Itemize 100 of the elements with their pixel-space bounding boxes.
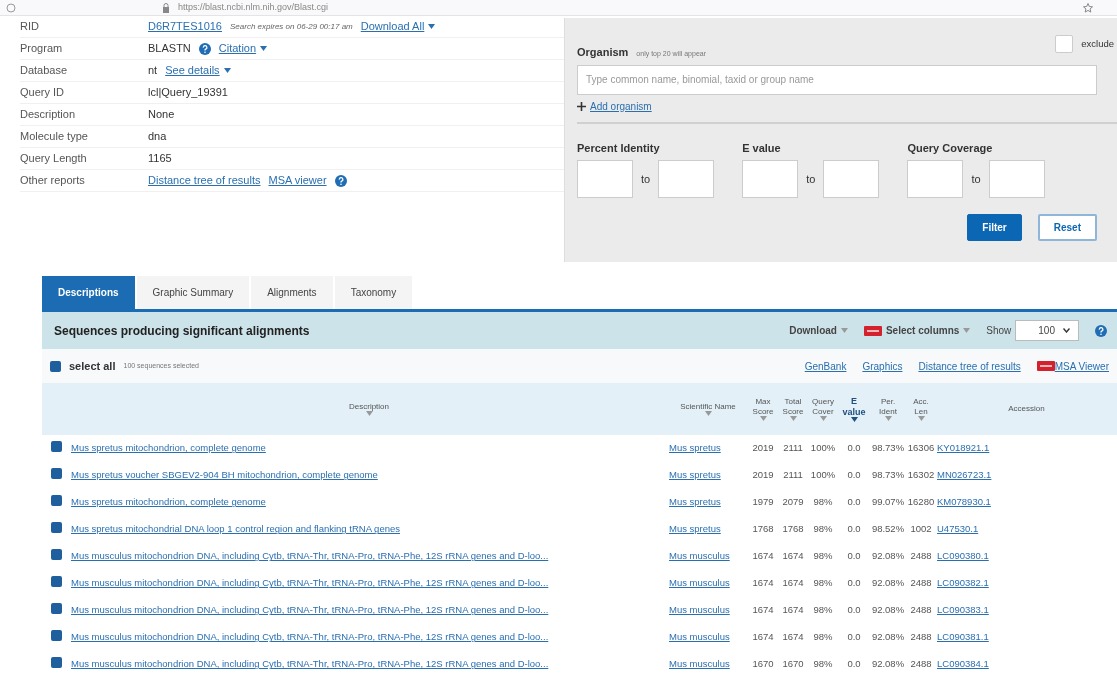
result-link[interactable]: Mus musculus mitochondrion DNA, including Cytb, tRNA-Thr, tRNA-Pro, tRNA-Phe, 12S rRNA genes and D-loo... [71, 604, 549, 616]
result-link[interactable]: Mus musculus mitochondrion DNA, including Cytb, tRNA-Thr, tRNA-Pro, tRNA-Phe, 12S rRNA genes and D-loo... [71, 631, 549, 643]
result-link[interactable]: Mus spretus [669, 523, 721, 535]
organism-field[interactable]: Type common name, binomial, taxid or group name [577, 64, 1097, 95]
report-link[interactable]: Distance tree of results [918, 358, 1021, 374]
table-cell: 2019 [752, 442, 774, 454]
result-link[interactable]: Mus spretus [669, 469, 721, 481]
result-link[interactable]: Mus spretus [669, 496, 721, 508]
help-icon[interactable] [198, 42, 211, 55]
plus-icon[interactable] [577, 101, 586, 111]
row-checkbox[interactable] [51, 629, 62, 641]
result-link[interactable]: MN026723.1 [937, 469, 992, 481]
tab[interactable]: Alignments [251, 276, 333, 309]
show-label: Show [986, 324, 1012, 338]
result-link[interactable]: Mus musculus mitochondrion DNA, including Cytb, tRNA-Thr, tRNA-Pro, tRNA-Phe, 12S rRNA genes and D-loo... [71, 658, 549, 670]
column-header[interactable]: Description [349, 401, 389, 412]
table-cell: 1979 [752, 496, 774, 508]
dropdown-link[interactable]: Citation [218, 40, 257, 57]
link[interactable]: D6R7TES1016 [148, 18, 222, 35]
row-checkbox[interactable] [51, 548, 62, 560]
result-link[interactable]: Mus musculus [669, 658, 730, 670]
tab[interactable]: Taxonomy [334, 276, 413, 309]
result-link[interactable]: LC090382.1 [937, 577, 989, 589]
result-link[interactable]: Mus musculus [669, 604, 730, 616]
report-link[interactable]: Graphics [862, 358, 903, 374]
result-link[interactable]: Mus musculus mitochondrion DNA, including Cytb, tRNA-Thr, tRNA-Pro, tRNA-Phe, 12S rRNA genes and D-loo... [71, 550, 549, 562]
result-link[interactable]: LC090383.1 [937, 604, 989, 616]
column-header[interactable]: Accession [1008, 404, 1045, 414]
result-link[interactable]: U47530.1 [937, 523, 979, 535]
report-link[interactable]: GenBank [804, 358, 847, 374]
caret-icon [789, 415, 797, 421]
table-cell: 98% [813, 523, 833, 535]
result-link[interactable]: Mus spretus mitochondrial DNA loop 1 control region and flanking tRNA genes [71, 523, 400, 535]
result-link[interactable]: Mus spretus mitochondrion, complete genome [71, 496, 266, 508]
range-from-field[interactable] [577, 160, 633, 198]
link[interactable]: MSA viewer [268, 172, 327, 189]
report-link[interactable]: MSA Viewer [1054, 358, 1109, 374]
table-cell: 2488 [910, 658, 932, 670]
row-checkbox[interactable] [51, 440, 62, 452]
dropdown-label[interactable]: Download [789, 323, 837, 338]
star-icon[interactable] [1083, 2, 1093, 13]
link[interactable]: Distance tree of results [148, 172, 261, 189]
row-checkbox[interactable] [51, 575, 62, 587]
dropdown-label[interactable]: Select columns [885, 323, 960, 338]
help-icon[interactable] [1095, 324, 1107, 337]
column-header[interactable]: Scientific Name [680, 401, 736, 412]
result-link[interactable]: Mus musculus mitochondrion DNA, including Cytb, tRNA-Thr, tRNA-Pro, tRNA-Phe, 12S rRNA genes and D-loo... [71, 577, 549, 589]
help-icon[interactable] [334, 174, 347, 187]
table-cell: 1002 [910, 523, 932, 535]
result-link[interactable]: Mus spretus mitochondrion, complete genome [71, 442, 266, 454]
row-checkbox[interactable] [51, 467, 62, 479]
expiry-note: Search expires on 06-29 00:17 am [230, 20, 353, 33]
result-link[interactable]: LC090381.1 [937, 631, 989, 643]
result-link[interactable]: Mus spretus [669, 442, 721, 454]
table-cell: 1674 [752, 577, 774, 589]
result-link[interactable]: Mus musculus [669, 550, 730, 562]
filter-label: Percent Identity [577, 140, 661, 156]
result-link[interactable]: KM078930.1 [937, 496, 991, 508]
range-from-field[interactable] [742, 160, 799, 198]
field-label: Query ID [20, 85, 65, 101]
exclude-checkbox[interactable] [1055, 35, 1074, 54]
result-link[interactable]: LC090380.1 [937, 550, 989, 562]
checkbox-label: exclude [1081, 37, 1114, 52]
dropdown-link[interactable]: Download All [360, 18, 425, 35]
table-cell: 0.0 [847, 658, 861, 670]
table-cell: 1768 [752, 523, 774, 535]
result-link[interactable]: LC090384.1 [937, 658, 989, 670]
table-cell: 1674 [782, 604, 804, 616]
table-cell: 98% [813, 631, 833, 643]
add-organism-link[interactable]: Add organism [590, 98, 652, 114]
table-cell: 2488 [910, 604, 932, 616]
table-cell: 92.08% [871, 658, 905, 670]
result-link[interactable]: Mus spretus voucher SBGEV2-904 BH mitochondrion, complete genome [71, 469, 378, 481]
field-value: BLASTN [148, 41, 191, 57]
reset-button[interactable]: Reset [1037, 214, 1097, 241]
dropdown-link[interactable]: See details [165, 62, 220, 79]
result-link[interactable]: Mus musculus [669, 577, 730, 589]
filter-button[interactable]: Filter [967, 214, 1022, 241]
page-size-select[interactable]: 100 [1015, 320, 1079, 341]
field-label: Database [20, 63, 69, 79]
row-checkbox[interactable] [51, 656, 62, 668]
table-cell: 0.0 [847, 496, 861, 508]
range-from-field[interactable] [907, 160, 964, 198]
result-link[interactable]: Mus musculus [669, 631, 730, 643]
row-checkbox[interactable] [51, 494, 62, 506]
caret-icon [223, 68, 231, 73]
row-checkbox[interactable] [51, 521, 62, 533]
range-to-field[interactable] [823, 160, 880, 198]
field-value: dna [148, 129, 167, 145]
tab[interactable]: Descriptions [42, 276, 135, 309]
tab[interactable]: Graphic Summary [136, 276, 250, 309]
range-to-field[interactable] [658, 160, 715, 198]
result-link[interactable]: KY018921.1 [937, 442, 990, 454]
url-text[interactable]: https://blast.ncbi.nlm.nih.gov/Blast.cgi [178, 0, 329, 15]
table-cell: 1674 [782, 550, 804, 562]
select-all-checkbox[interactable] [50, 360, 61, 372]
field-label: Query Length [20, 151, 88, 167]
row-checkbox[interactable] [51, 602, 62, 614]
range-to-field[interactable] [988, 160, 1045, 198]
table-cell: 92.08% [871, 550, 905, 562]
